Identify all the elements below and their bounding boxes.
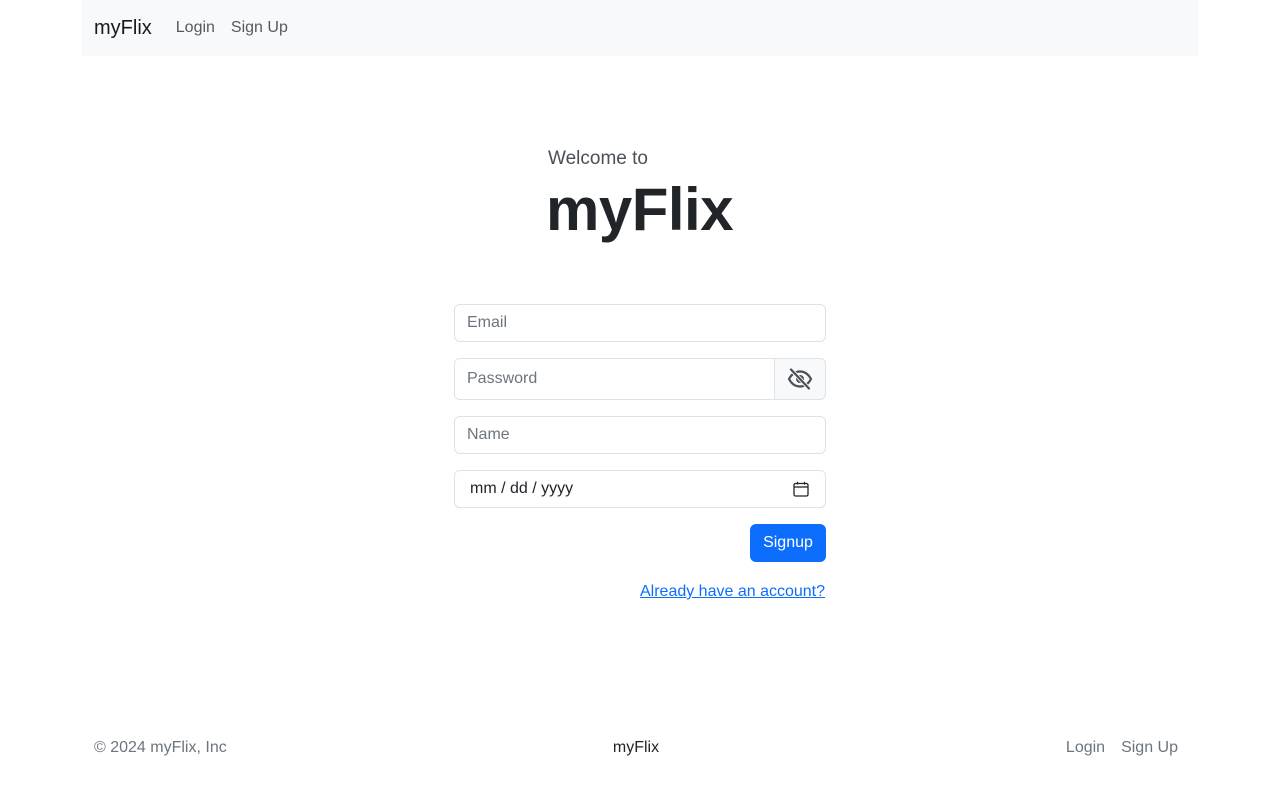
top-navbar: myFlix Login Sign Up	[82, 0, 1198, 56]
password-input[interactable]	[454, 358, 775, 400]
signup-form: mm / dd / yyyy Signup Already have an ac…	[454, 304, 826, 601]
hero-subtitle: Welcome to	[548, 148, 648, 169]
footer-links: Login Sign Up	[928, 739, 1178, 757]
password-group	[454, 358, 826, 400]
calendar-icon[interactable]	[793, 481, 809, 497]
submit-row: Signup	[454, 524, 826, 562]
date-placeholder: mm / dd / yyyy	[470, 480, 574, 497]
footer-link-signup[interactable]: Sign Up	[1121, 739, 1178, 757]
already-have-account-link[interactable]: Already have an account?	[640, 583, 825, 601]
hero-title: myFlix	[546, 176, 734, 243]
nav-link-login[interactable]: Login	[176, 19, 215, 37]
footer-copyright: © 2024 myFlix, Inc	[94, 739, 227, 756]
email-input[interactable]	[454, 304, 826, 342]
toggle-password-button[interactable]	[775, 358, 826, 400]
nav-link-signup[interactable]: Sign Up	[231, 19, 288, 37]
signup-button[interactable]: Signup	[750, 524, 826, 562]
birthday-date-input[interactable]: mm / dd / yyyy	[454, 470, 826, 508]
eye-slash-icon	[787, 368, 813, 390]
hero-heading: Welcome to myFlix	[546, 148, 846, 242]
footer-link-login[interactable]: Login	[1066, 739, 1105, 757]
navbar-brand[interactable]: myFlix	[94, 17, 152, 40]
footer-brand[interactable]: myFlix	[613, 739, 659, 757]
login-link-row: Already have an account?	[454, 583, 826, 601]
name-input[interactable]	[454, 416, 826, 454]
page-footer: © 2024 myFlix, Inc myFlix Login Sign Up	[82, 730, 1198, 766]
